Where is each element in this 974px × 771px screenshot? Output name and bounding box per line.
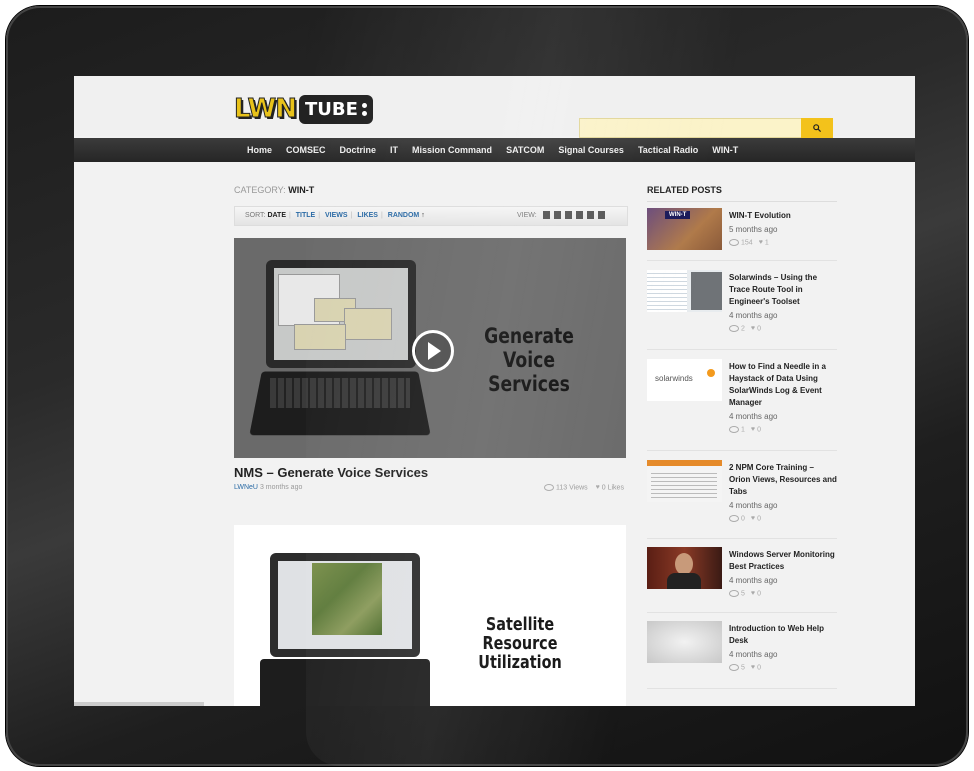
video-thumbnail-2[interactable]: Satellite Resource Utilization [234,525,626,706]
related-post-stats: 0 ♥ 0 [729,515,837,522]
nav-item-signal-courses[interactable]: Signal Courses [551,138,631,162]
sort-random[interactable]: RANDOM [388,212,420,219]
logo-lwn-text: LWN [234,94,298,125]
related-post-title[interactable]: Solarwinds – Using the Trace Route Tool … [729,272,837,308]
heart-icon: ♥ [750,515,756,523]
related-post-stats: 1 ♥ 0 [729,426,837,433]
nav-item-doctrine[interactable]: Doctrine [333,138,384,162]
search-button[interactable] [801,118,833,138]
related-posts-heading: RELATED POSTS [647,185,722,195]
related-post-thumb[interactable]: WIN-T [647,208,722,250]
thumb-label: WIN-T [665,211,691,219]
related-post-title[interactable]: Introduction to Web Help Desk [729,623,837,647]
related-post-stats: 5 ♥ 0 [729,590,837,597]
related-post-thumb[interactable] [647,547,722,589]
related-post-thumb[interactable] [647,460,722,502]
view-list-thumb-icon[interactable] [576,211,583,219]
laptop-illustration [260,547,446,706]
logo-tube-badge: TUBE [299,94,373,124]
site-logo[interactable]: LWN TUBE [234,92,373,126]
post-meta: LWNeU 3 months ago [234,484,302,491]
main-nav: Home COMSEC Doctrine IT Mission Command … [240,138,745,162]
post-author[interactable]: LWNeU [234,484,258,491]
view-label: VIEW: [517,212,537,219]
post-title[interactable]: NMS – Generate Voice Services [234,465,428,480]
eye-icon [729,325,739,332]
related-post-thumb[interactable]: solarwinds [647,359,722,401]
post-stats: 113 Views ♥ 0 Likes [544,484,624,491]
sort-date[interactable]: DATE [267,212,286,219]
view-grid-icon[interactable] [543,211,550,219]
related-post-date: 5 months ago [729,225,778,234]
category-name: WIN-T [288,185,315,195]
related-post-thumb[interactable] [647,270,722,312]
solarwinds-logo-text: solarwinds [655,374,693,383]
view-compact-icon[interactable] [587,211,594,219]
eye-icon [544,484,554,491]
sort-title[interactable]: TITLE [296,212,315,219]
view-list-icon[interactable] [598,211,605,219]
view-grid-small-icon[interactable] [554,211,561,219]
random-arrow-icon: ↑ [421,212,425,219]
heart-icon: ♥ [750,325,756,333]
related-post-stats: 5 ♥ 0 [729,664,837,671]
nav-item-win-t[interactable]: WIN-T [705,138,745,162]
heart-icon: ♥ [595,484,600,492]
search-icon [813,124,821,132]
category-heading: CATEGORY: WIN-T [234,185,314,195]
eye-icon [729,590,739,597]
nav-item-satcom[interactable]: SATCOM [499,138,551,162]
heart-icon: ♥ [750,590,756,598]
related-post-title[interactable]: 2 NPM Core Training – Orion Views, Resou… [729,462,837,498]
horizontal-scrollbar[interactable] [74,702,204,706]
sort-label: SORT: [245,212,266,219]
browser-screen: LWN TUBE Home COMSEC Doctrine IT Mission… [74,76,915,706]
eye-icon [729,239,739,246]
related-post-stats: 2 ♥ 0 [729,325,837,332]
tablet-frame: LWN TUBE Home COMSEC Doctrine IT Mission… [6,6,968,766]
laptop-illustration [249,254,431,444]
main-nav-bar: Home COMSEC Doctrine IT Mission Command … [74,138,915,162]
view-mode-switcher [543,211,605,219]
heart-icon: ♥ [750,426,756,434]
video-thumbnail-1[interactable]: Generate Voice Services [234,238,626,458]
video-thumb-title: Satellite Resource Utilization [478,614,562,673]
search-input[interactable] [579,118,803,138]
related-post-date: 4 months ago [729,576,778,585]
play-icon[interactable] [412,330,454,372]
sort-views[interactable]: VIEWS [325,212,348,219]
view-medium-icon[interactable] [565,211,572,219]
related-post-thumb[interactable] [647,621,722,663]
site-header: LWN TUBE [74,76,915,138]
related-post-date: 4 months ago [729,412,778,421]
nav-item-mission-command[interactable]: Mission Command [405,138,499,162]
video-thumb-title: Generate Voice Services [484,324,574,396]
nav-item-home[interactable]: Home [240,138,279,162]
solarwinds-logo-icon [707,369,715,377]
sort-controls: SORT: DATE | TITLE | VIEWS | LIKES | RANDOM … [245,212,425,219]
post-likes: 0 Likes [601,484,624,492]
heart-icon: ♥ [750,664,756,672]
sort-likes[interactable]: LIKES [357,212,378,219]
related-post-date: 4 months ago [729,501,778,510]
heart-icon: ♥ [758,239,763,247]
related-post-title[interactable]: How to Find a Needle in a Haystack of Da… [729,361,837,409]
related-post-date: 4 months ago [729,311,778,320]
logo-dots-icon [361,102,367,116]
related-post-title[interactable]: Windows Server Monitoring Best Practices [729,549,837,573]
related-post-stats: 154 ♥ 1 [729,239,837,246]
nav-item-comsec[interactable]: COMSEC [279,138,333,162]
category-prefix: CATEGORY: [234,185,286,195]
logo-tube-text: TUBE [305,98,358,120]
eye-icon [729,515,739,522]
eye-icon [729,426,739,433]
sort-bar: SORT: DATE | TITLE | VIEWS | LIKES | RANDOM … [234,206,628,226]
eye-icon [729,664,739,671]
nav-item-tactical-radio[interactable]: Tactical Radio [631,138,705,162]
nav-item-it[interactable]: IT [383,138,405,162]
related-post-date: 4 months ago [729,650,778,659]
related-post-title[interactable]: WIN-T Evolution [729,210,837,222]
post-date: 3 months ago [259,484,303,491]
post-views: 113 Views [556,484,588,492]
